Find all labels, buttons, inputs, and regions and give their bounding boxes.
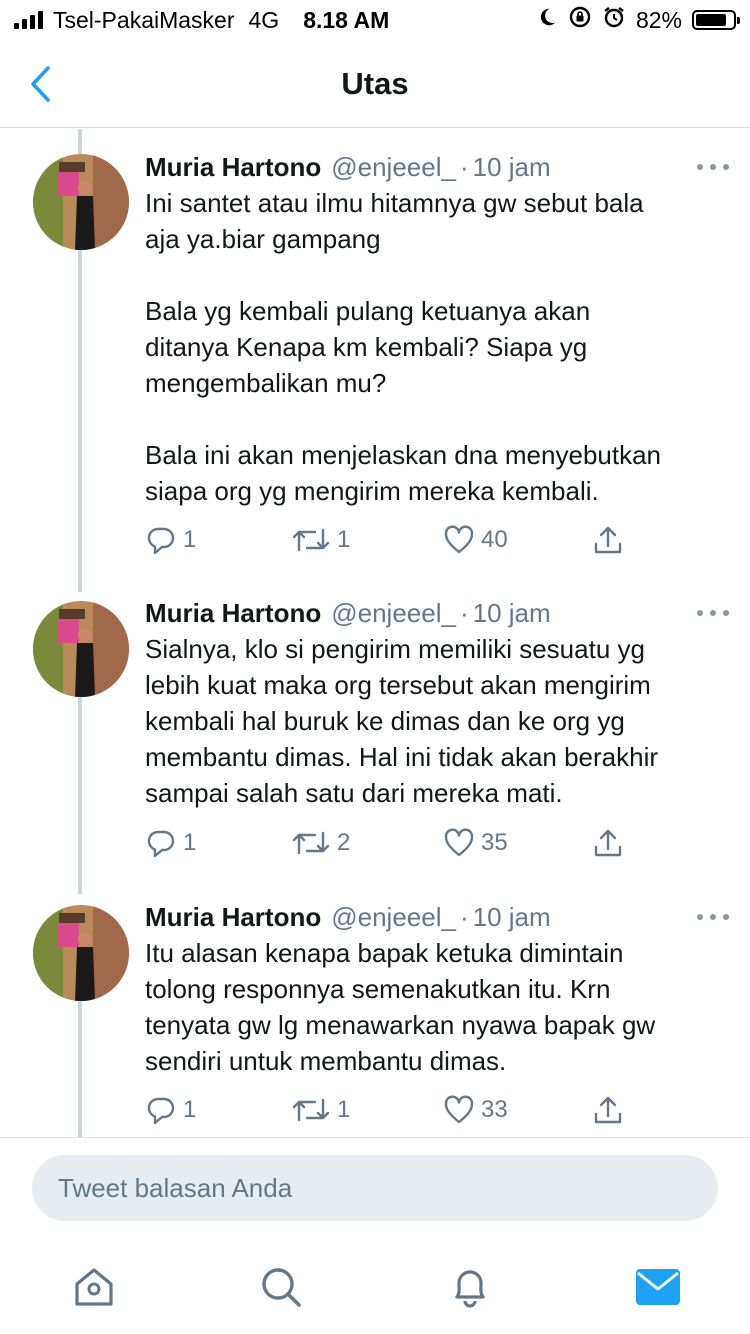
tweet[interactable]: Muria Hartono @enjeeel_ · 10 jam Ini san…	[0, 129, 750, 579]
author-name[interactable]: Muria Hartono	[145, 152, 321, 183]
tweet[interactable]: Muria Hartono @enjeeel_ · 10 jam Itu ala…	[0, 883, 750, 1137]
home-icon	[75, 1268, 113, 1306]
avatar[interactable]	[33, 601, 129, 697]
tweet-time: 10 jam	[472, 901, 551, 932]
tweet-actions: 1 1 40	[145, 520, 635, 560]
reply-bar	[0, 1137, 750, 1237]
more-dots-icon	[697, 164, 729, 170]
author-handle[interactable]: @enjeeel_	[331, 902, 456, 933]
page-title: Utas	[341, 65, 409, 101]
carrier-name: Tsel-PakaiMasker	[53, 6, 235, 33]
tweet-header: Muria Hartono @enjeeel_ · 10 jam	[145, 595, 729, 631]
author-handle[interactable]: @enjeeel_	[331, 598, 456, 629]
tab-notifications[interactable]	[442, 1259, 498, 1315]
back-button[interactable]	[18, 62, 62, 106]
reply-button[interactable]: 1	[145, 1090, 196, 1130]
share-button[interactable]	[592, 823, 624, 863]
share-button[interactable]	[592, 1090, 624, 1130]
notifications-icon	[455, 1270, 485, 1308]
network-type: 4G	[248, 6, 280, 33]
tab-messages[interactable]	[630, 1259, 686, 1315]
battery-level	[696, 14, 726, 26]
tweet-actions: 1 2 35	[145, 823, 635, 863]
avatar[interactable]	[33, 154, 129, 250]
tab-search[interactable]	[253, 1259, 309, 1315]
reply-button[interactable]: 1	[145, 520, 196, 560]
tab-bar	[0, 1237, 750, 1334]
tweet-text: Itu alasan kenapa bapak ketuka dimintain…	[145, 938, 656, 1076]
moon-icon	[536, 6, 558, 34]
reply-input[interactable]	[32, 1155, 718, 1221]
tweet-header: Muria Hartono @enjeeel_ · 10 jam	[145, 899, 729, 935]
separator-dot: ·	[459, 151, 469, 182]
alarm-icon	[602, 5, 626, 35]
reply-icon	[147, 527, 175, 555]
heart-icon	[444, 1095, 474, 1124]
retweet-count: 2	[337, 829, 351, 856]
messages-icon	[636, 1269, 680, 1305]
like-button[interactable]: 35	[443, 823, 508, 863]
heart-icon	[444, 525, 474, 554]
retweet-button[interactable]: 2	[291, 823, 350, 863]
thread[interactable]: Muria Hartono @enjeeel_ · 10 jam Ini san…	[0, 129, 750, 1137]
more-dots-icon	[697, 610, 729, 616]
separator-dot: ·	[459, 901, 469, 932]
avatar-photo	[33, 154, 129, 250]
tab-home[interactable]	[66, 1259, 122, 1315]
like-count: 33	[481, 1096, 508, 1123]
retweet-icon	[292, 528, 330, 552]
battery-icon	[692, 10, 740, 30]
share-icon	[594, 829, 622, 857]
battery-percent: 82%	[635, 6, 682, 33]
author-handle[interactable]: @enjeeel_	[331, 152, 456, 183]
avatar-photo	[33, 601, 129, 697]
avatar-photo	[33, 905, 129, 1001]
share-icon	[594, 1096, 622, 1124]
signal-strength-icon	[14, 11, 43, 29]
avatar[interactable]	[33, 905, 129, 1001]
reply-button[interactable]: 1	[145, 823, 196, 863]
more-dots-icon	[697, 914, 729, 920]
search-icon	[262, 1268, 301, 1307]
tweet-text: Ini santet atau ilmu hitamnya gw sebut b…	[145, 188, 662, 506]
reply-count: 1	[183, 829, 197, 856]
reply-icon	[147, 1097, 175, 1125]
reply-count: 1	[183, 1096, 197, 1123]
retweet-icon	[292, 831, 330, 855]
status-bar: Tsel-PakaiMasker 4G 8.18 AM 82%	[0, 0, 750, 40]
chevron-left-icon	[31, 66, 50, 102]
retweet-count: 1	[337, 526, 351, 553]
retweet-button[interactable]: 1	[291, 520, 350, 560]
orientation-lock-icon	[568, 5, 592, 35]
tweet-header: Muria Hartono @enjeeel_ · 10 jam	[145, 149, 729, 185]
like-button[interactable]: 33	[443, 1090, 508, 1130]
like-button[interactable]: 40	[443, 520, 508, 560]
navigation-bar: Utas	[0, 40, 750, 128]
reply-count: 1	[183, 526, 197, 553]
like-count: 40	[481, 526, 508, 553]
share-button[interactable]	[592, 520, 624, 560]
separator-dot: ·	[459, 597, 469, 628]
retweet-count: 1	[337, 1096, 351, 1123]
retweet-icon	[292, 1098, 330, 1122]
tweet-text: Sialnya, klo si pengirim memiliki sesuat…	[145, 634, 659, 808]
author-name[interactable]: Muria Hartono	[145, 902, 321, 933]
tweet-time: 10 jam	[472, 151, 551, 182]
tweet[interactable]: Muria Hartono @enjeeel_ · 10 jam Sialnya…	[0, 579, 750, 883]
more-options-button[interactable]	[691, 597, 735, 629]
reply-icon	[147, 830, 175, 858]
more-options-button[interactable]	[691, 901, 735, 933]
more-options-button[interactable]	[691, 151, 735, 183]
heart-icon	[444, 828, 474, 857]
tweet-actions: 1 1 33	[145, 1090, 635, 1130]
like-count: 35	[481, 829, 508, 856]
retweet-button[interactable]: 1	[291, 1090, 350, 1130]
share-icon	[594, 526, 622, 554]
author-name[interactable]: Muria Hartono	[145, 598, 321, 629]
status-time: 8.18 AM	[303, 6, 390, 33]
tweet-time: 10 jam	[472, 597, 551, 628]
